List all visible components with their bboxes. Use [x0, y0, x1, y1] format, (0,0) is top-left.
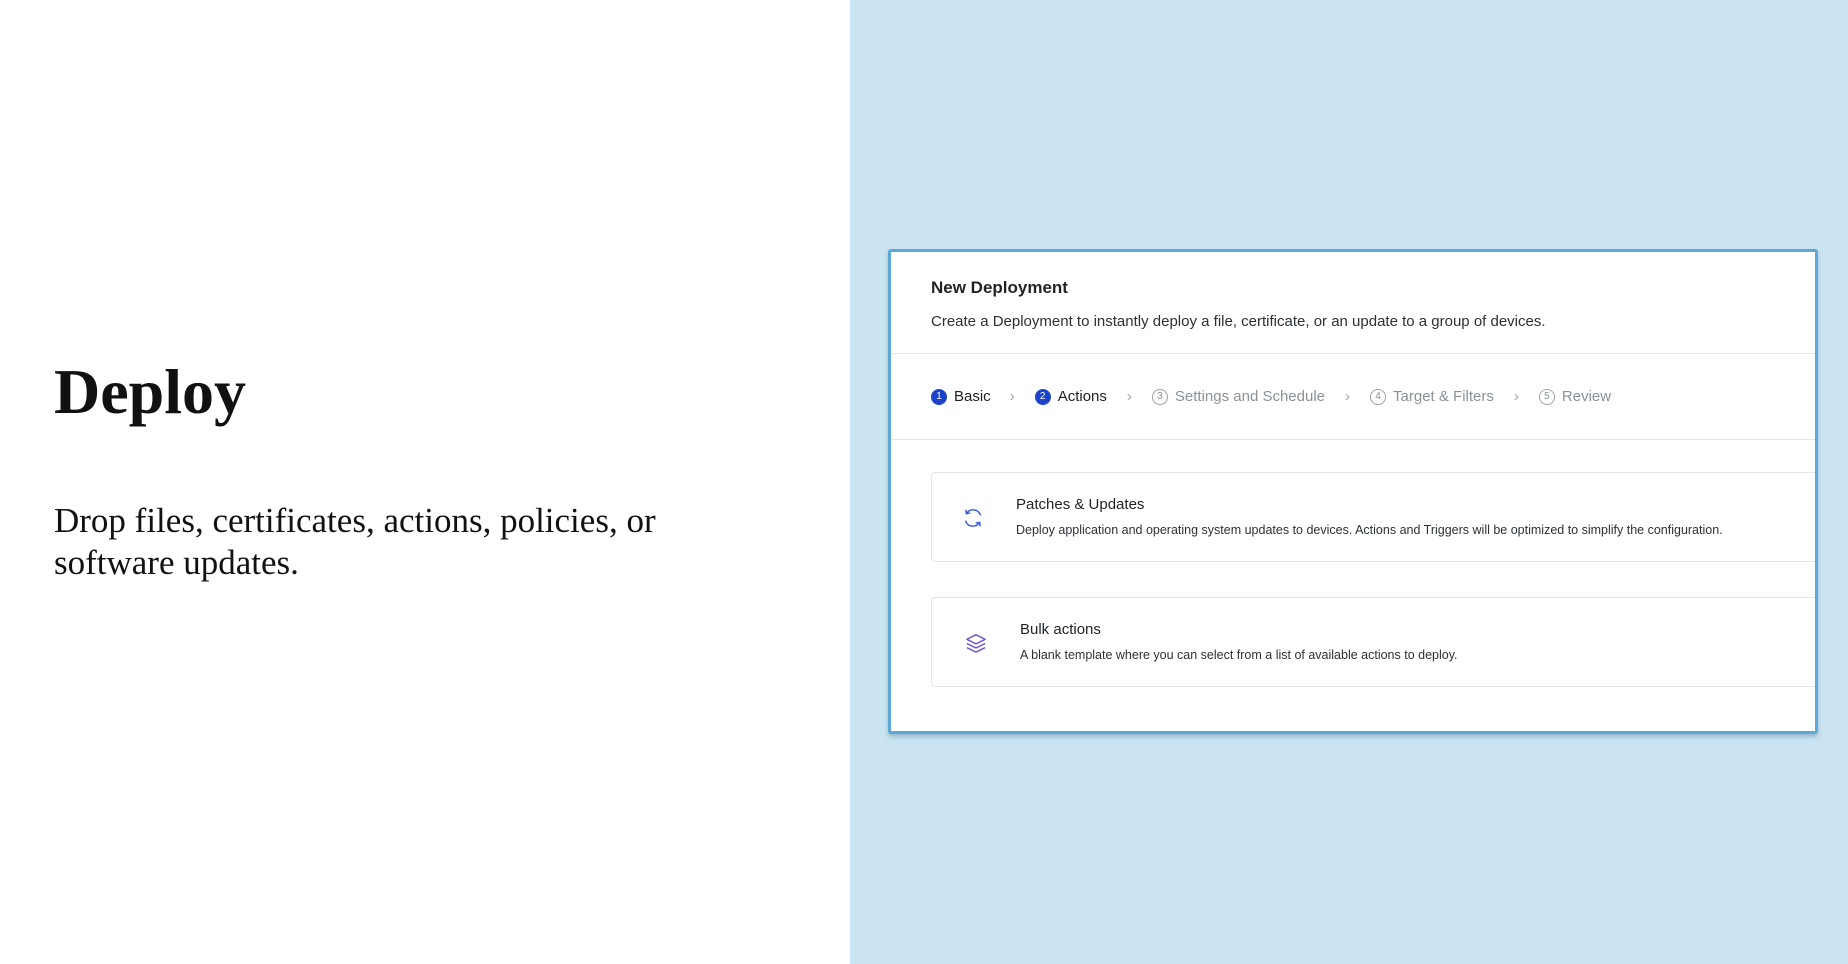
chevron-right-icon: › [1009, 388, 1015, 405]
header-divider [891, 353, 1815, 354]
step-label: Basic [954, 388, 991, 405]
card-description: A blank template where you can select fr… [1020, 648, 1458, 662]
hero-title: Deploy [54, 356, 246, 427]
step-label: Settings and Schedule [1174, 388, 1326, 405]
step-actions[interactable]: 2 Actions [1034, 388, 1107, 405]
panel-title: New Deployment [931, 278, 1068, 297]
step-review[interactable]: 5 Review [1538, 388, 1612, 405]
step-settings-and-schedule[interactable]: 3 Settings and Schedule [1151, 388, 1326, 405]
step-number: 1 [931, 388, 947, 405]
screenshot-background: New Deployment Create a Deployment to in… [850, 0, 1848, 964]
step-number: 2 [1034, 388, 1051, 405]
new-deployment-panel: New Deployment Create a Deployment to in… [888, 249, 1818, 734]
card-title: Bulk actions [1020, 621, 1101, 638]
layers-icon [966, 634, 986, 653]
step-number: 3 [1151, 388, 1168, 405]
bulk-actions-card[interactable]: Bulk actions A blank template where you … [931, 597, 1815, 687]
card-description: Deploy application and operating system … [1016, 523, 1723, 537]
refresh-icon [964, 509, 982, 527]
card-title: Patches & Updates [1016, 496, 1145, 513]
step-target-and-filters[interactable]: 4 Target & Filters [1370, 388, 1494, 405]
chevron-right-icon: › [1345, 388, 1351, 405]
chevron-right-icon: › [1513, 388, 1519, 405]
step-basic[interactable]: 1 Basic [931, 388, 991, 405]
step-label: Actions [1057, 388, 1107, 405]
step-label: Review [1561, 388, 1612, 405]
hero-section: Deploy Drop files, certificates, actions… [0, 0, 850, 964]
hero-description: Drop files, certificates, actions, polic… [54, 501, 656, 582]
stepper-divider [891, 439, 1815, 440]
step-label: Target & Filters [1393, 388, 1494, 405]
panel-subtitle: Create a Deployment to instantly deploy … [931, 313, 1546, 330]
step-number: 4 [1370, 388, 1387, 405]
patches-updates-card[interactable]: Patches & Updates Deploy application and… [931, 472, 1815, 562]
step-number: 5 [1538, 388, 1555, 405]
wizard-stepper: 1 Basic › 2 Actions › 3 Settings and Sch… [931, 388, 1611, 405]
chevron-right-icon: › [1126, 388, 1132, 405]
